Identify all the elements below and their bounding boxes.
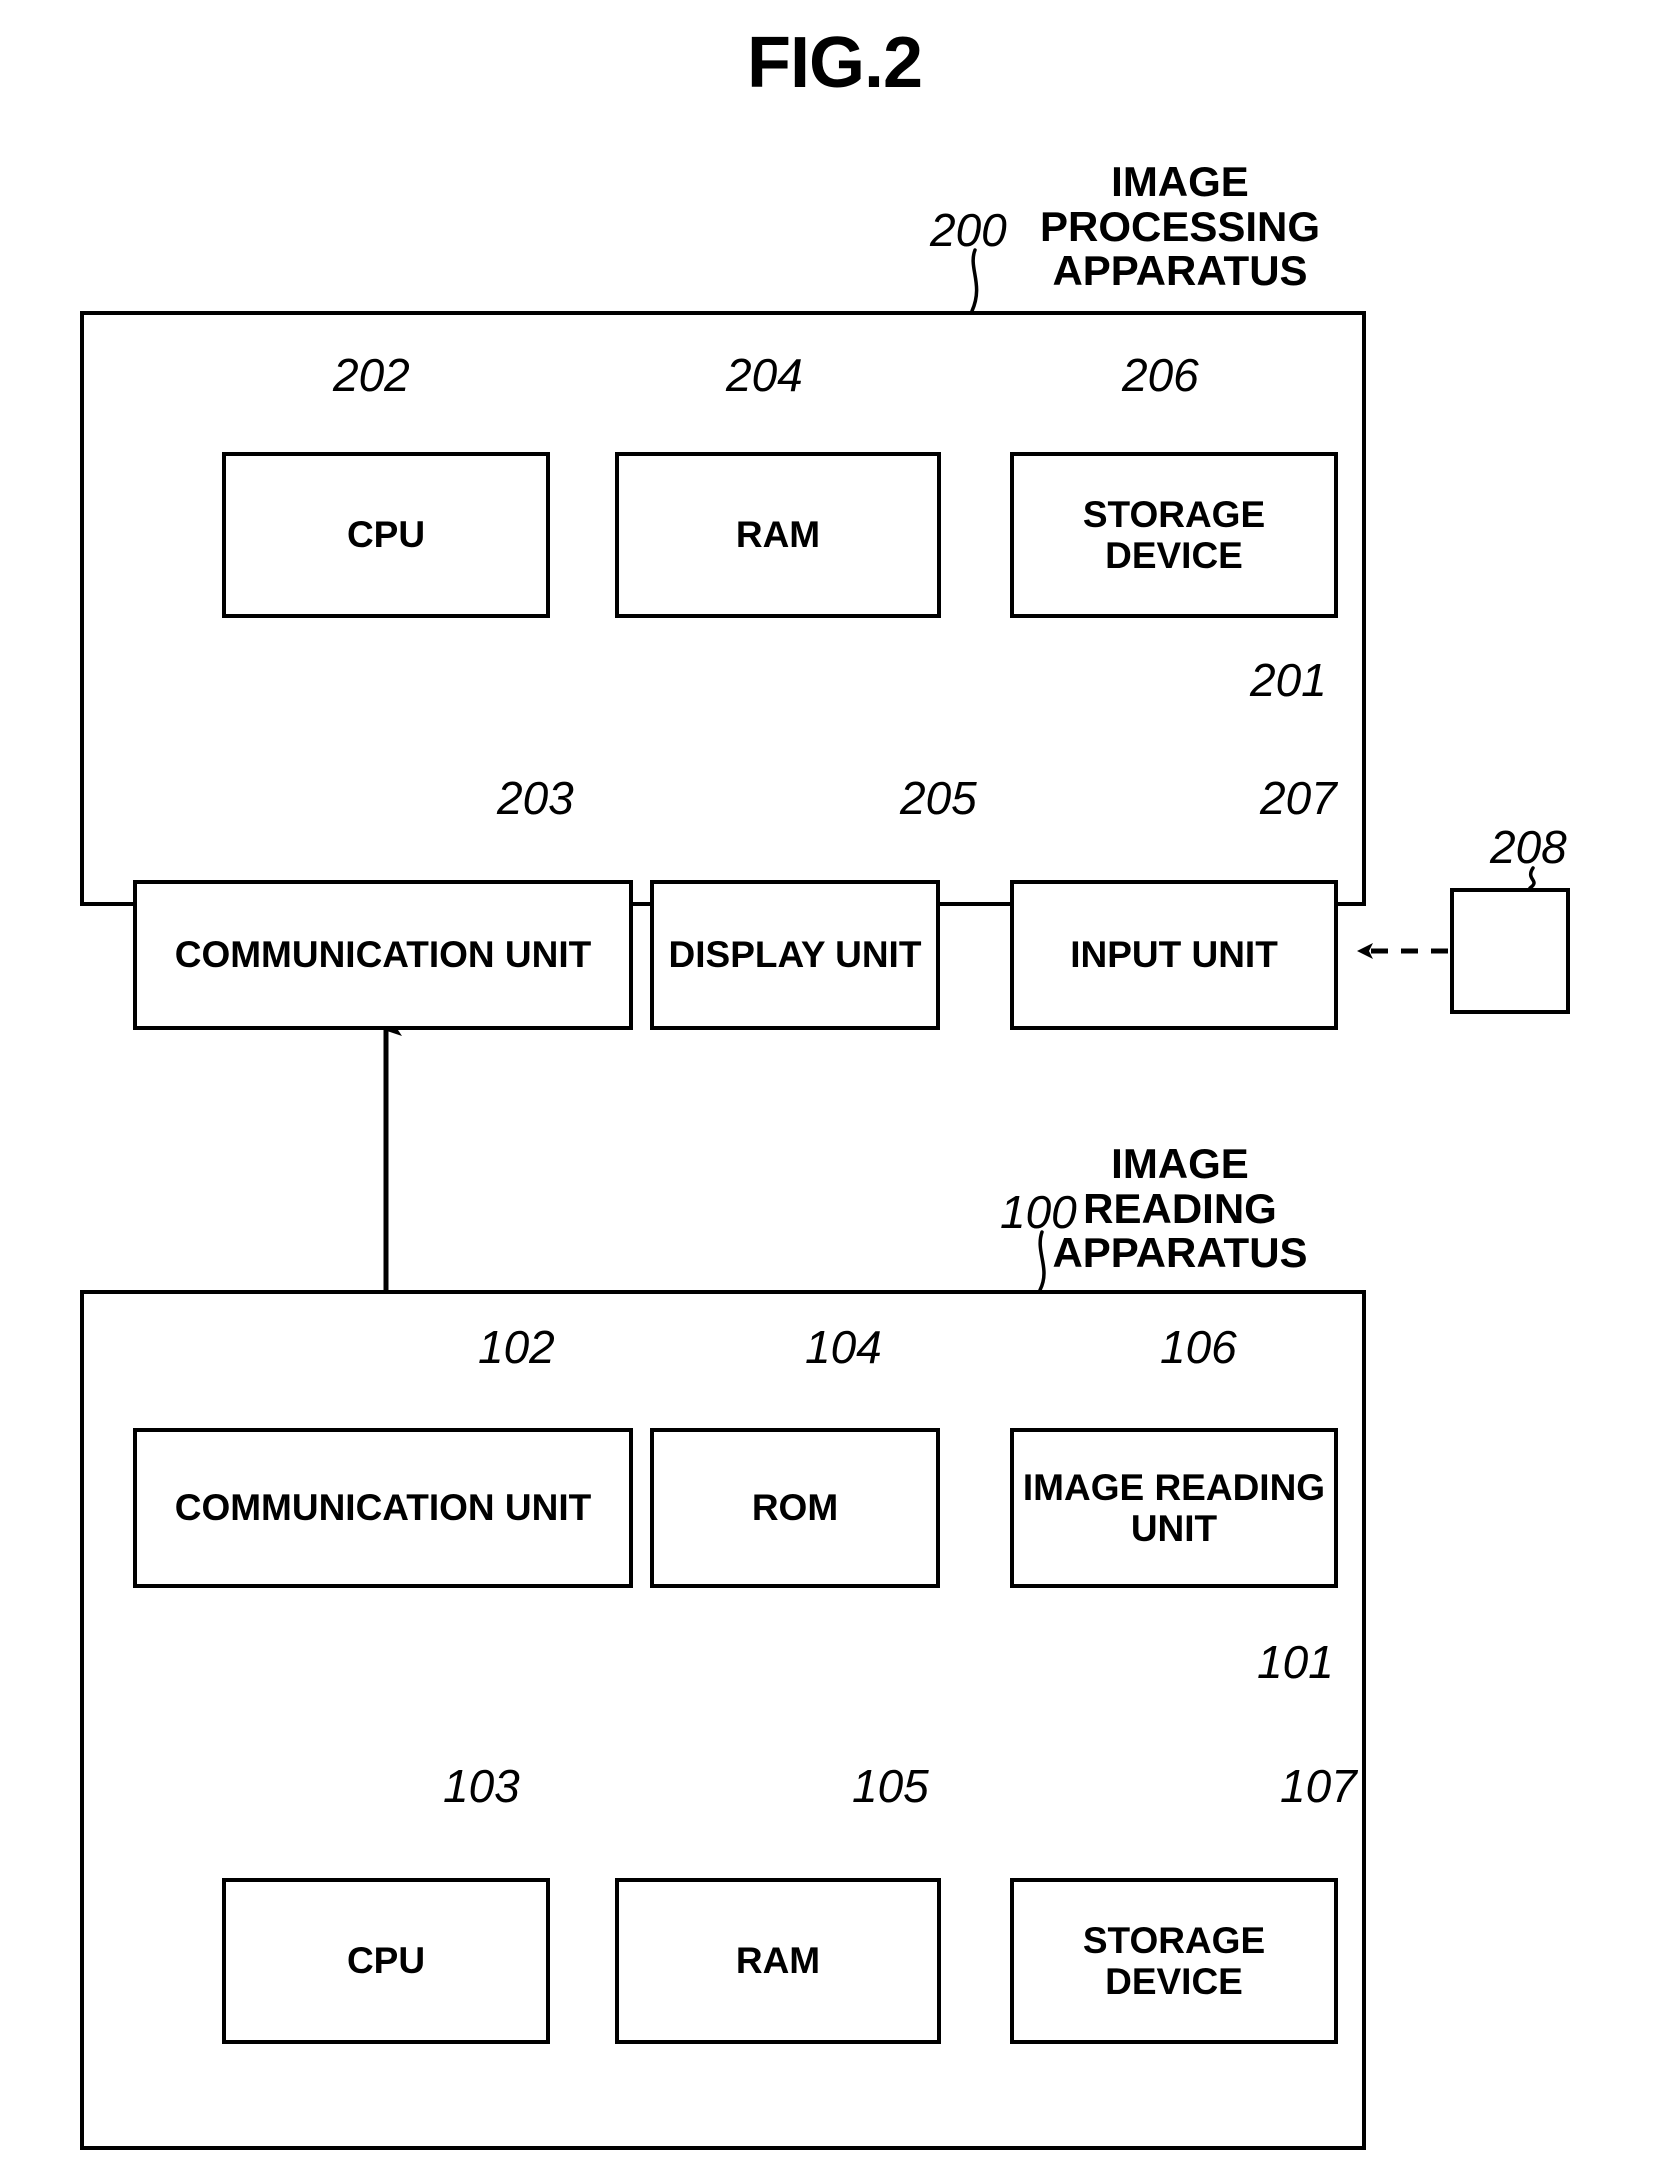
ref-numeral-203: 203: [497, 772, 574, 824]
ref-numeral-207: 207: [1260, 772, 1337, 824]
unit-label-cpu-202: CPU: [346, 514, 426, 556]
unit-box-storage-device-107: STORAGE DEVICE: [1010, 1878, 1338, 2044]
unit-box-storage-device-206: STORAGE DEVICE: [1010, 452, 1338, 618]
caption-image-processing-apparatus: IMAGE PROCESSING APPARATUS: [1039, 158, 1321, 295]
ref-numeral-103: 103: [443, 1760, 520, 1812]
unit-label-cpu-103: CPU: [346, 1940, 426, 1982]
unit-label-storage-device-206: STORAGE DEVICE: [1082, 493, 1266, 576]
unit-box-ram-204: RAM: [615, 452, 941, 618]
unit-label-display-unit-205: DISPLAY UNIT: [668, 934, 922, 976]
unit-box-communication-unit-102: COMMUNICATION UNIT: [133, 1428, 633, 1588]
ref-numeral-101: 101: [1257, 1636, 1334, 1688]
unit-label-ram-204: RAM: [735, 514, 821, 556]
unit-box-display-unit-205: DISPLAY UNIT: [650, 880, 940, 1030]
unit-box-rom-104: ROM: [650, 1428, 940, 1588]
figure-canvas: FIG.2 IMAGE PROCESSING APPARATUS IMAGE R…: [0, 0, 1669, 2184]
ref-numeral-107: 107: [1280, 1760, 1357, 1812]
ref-numeral-205: 205: [900, 772, 977, 824]
ref-numeral-106: 106: [1160, 1321, 1237, 1373]
figure-title: FIG.2: [746, 23, 923, 103]
unit-label-ram-105: RAM: [735, 1940, 821, 1982]
unit-box-image-reading-unit-106: IMAGE READING UNIT: [1010, 1428, 1338, 1588]
unit-label-rom-104: ROM: [751, 1487, 839, 1529]
unit-label-image-reading-unit-106: IMAGE READING UNIT: [1022, 1466, 1326, 1549]
ref-numeral-201: 201: [1250, 654, 1327, 706]
unit-box-cpu-103: CPU: [222, 1878, 550, 2044]
ref-numeral-206: 206: [1122, 349, 1199, 401]
unit-box-ram-105: RAM: [615, 1878, 941, 2044]
unit-label-input-unit-207: INPUT UNIT: [1070, 934, 1278, 976]
unit-label-storage-device-107: STORAGE DEVICE: [1082, 1919, 1266, 2002]
unit-box-communication-unit-203: COMMUNICATION UNIT: [133, 880, 633, 1030]
unit-label-communication-unit-102: COMMUNICATION UNIT: [174, 1487, 592, 1529]
ref-numeral-100: 100: [1000, 1186, 1077, 1238]
ref-numeral-202: 202: [333, 349, 410, 401]
ref-numeral-104: 104: [805, 1321, 882, 1373]
unit-label-communication-unit-203: COMMUNICATION UNIT: [174, 934, 592, 976]
unit-box-external-device-208: [1450, 888, 1570, 1014]
ref-numeral-208: 208: [1490, 821, 1567, 873]
unit-box-input-unit-207: INPUT UNIT: [1010, 880, 1338, 1030]
unit-box-cpu-202: CPU: [222, 452, 550, 618]
ref-numeral-105: 105: [852, 1760, 929, 1812]
ref-numeral-204: 204: [726, 349, 803, 401]
ref-numeral-102: 102: [478, 1321, 555, 1373]
ref-numeral-200: 200: [930, 204, 1007, 256]
